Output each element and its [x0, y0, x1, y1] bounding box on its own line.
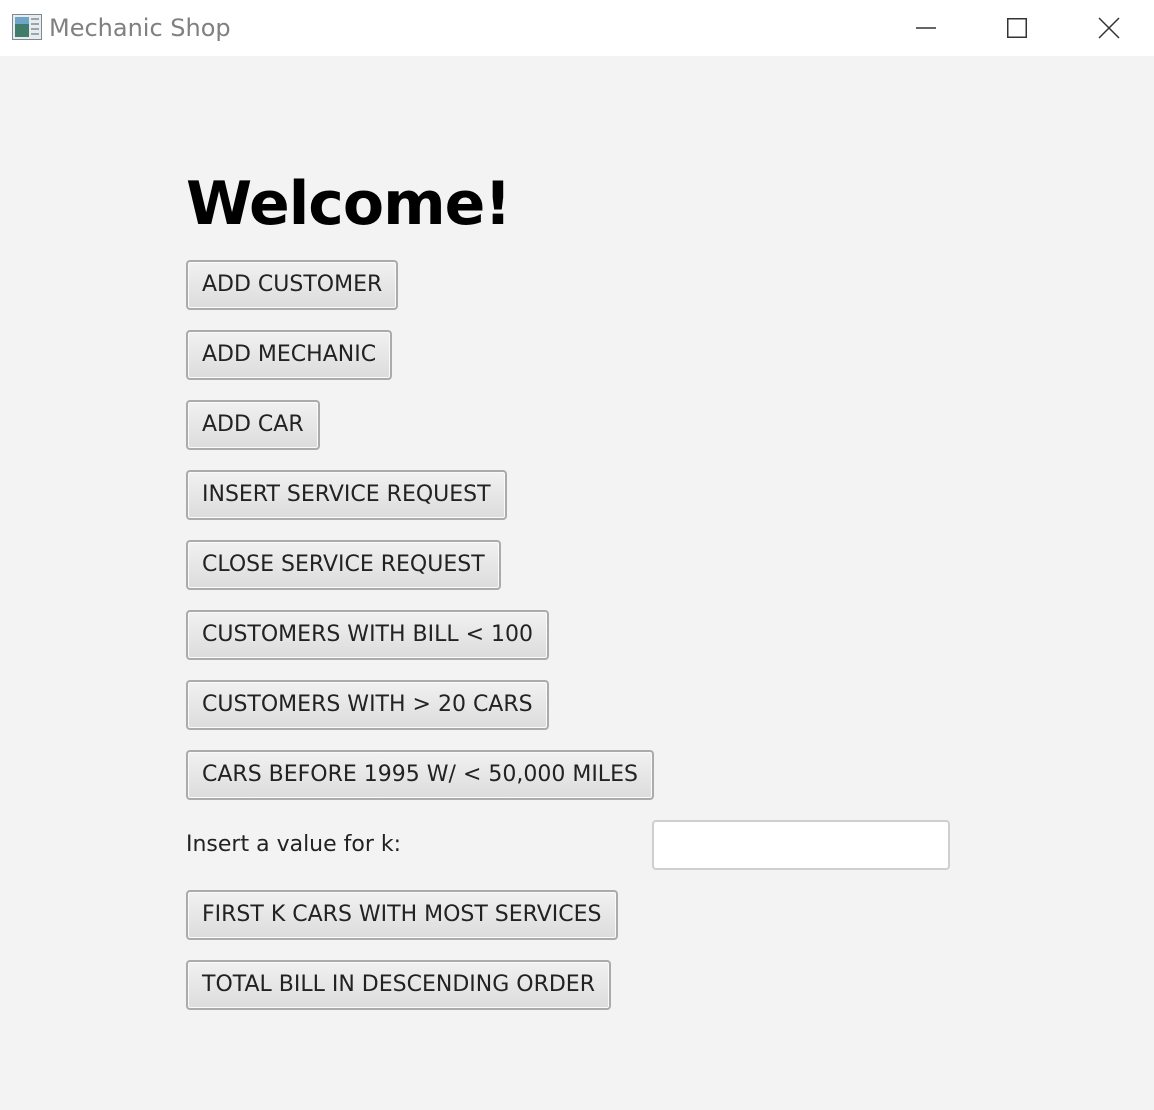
- cars-before-1995-button[interactable]: CARS BEFORE 1995 W/ < 50,000 MILES: [186, 750, 654, 800]
- customers-over-20-cars-button[interactable]: CUSTOMERS WITH > 20 CARS: [186, 680, 549, 730]
- close-button[interactable]: [1063, 0, 1154, 56]
- total-bill-descending-button[interactable]: TOTAL BILL IN DESCENDING ORDER: [186, 960, 611, 1010]
- first-k-cars-button[interactable]: FIRST K CARS WITH MOST SERVICES: [186, 890, 618, 940]
- minimize-icon: [916, 27, 936, 29]
- app-icon: [12, 14, 42, 40]
- add-mechanic-button[interactable]: ADD MECHANIC: [186, 330, 393, 380]
- close-icon: [1098, 17, 1120, 39]
- minimize-button[interactable]: [880, 0, 972, 56]
- k-value-input[interactable]: [652, 820, 950, 870]
- main-panel: [0, 56, 1154, 1110]
- add-car-button[interactable]: ADD CAR: [186, 400, 320, 450]
- page-title: Welcome!: [186, 169, 512, 239]
- title-bar[interactable]: Mechanic Shop: [0, 0, 1154, 56]
- insert-service-request-button[interactable]: INSERT SERVICE REQUEST: [186, 470, 507, 520]
- maximize-icon: [1007, 18, 1027, 38]
- k-value-label: Insert a value for k:: [186, 832, 402, 857]
- close-service-request-button[interactable]: CLOSE SERVICE REQUEST: [186, 540, 501, 590]
- maximize-button[interactable]: [971, 0, 1063, 56]
- window-title: Mechanic Shop: [49, 14, 231, 42]
- add-customer-button[interactable]: ADD CUSTOMER: [186, 260, 399, 310]
- customers-bill-under-100-button[interactable]: CUSTOMERS WITH BILL < 100: [186, 610, 550, 660]
